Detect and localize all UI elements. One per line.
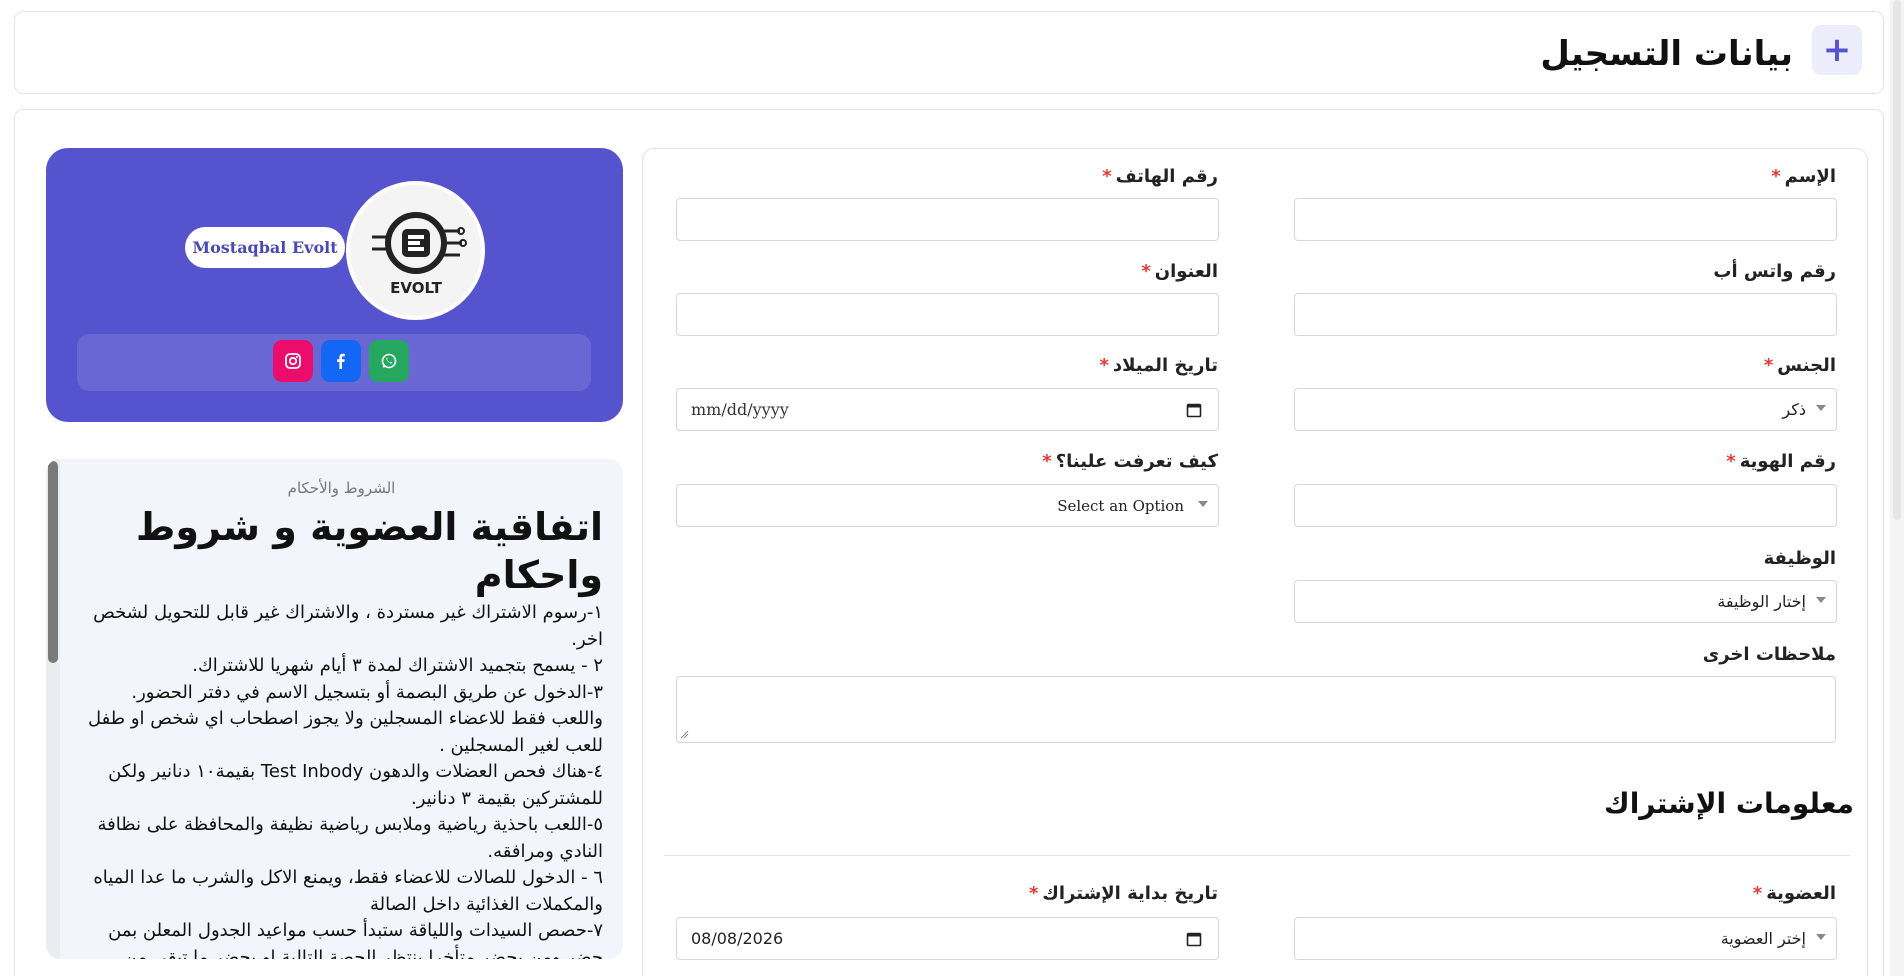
membership-value: إختر العضوية — [1720, 929, 1806, 948]
membership-label: العضوية* — [1752, 883, 1836, 904]
gender-label: الجنس* — [1763, 355, 1836, 376]
birthdate-input[interactable]: mm/dd/yyyy — [676, 388, 1219, 431]
birthdate-value: mm/dd/yyyy — [691, 400, 789, 419]
page-title: بيانات التسجيل — [1540, 34, 1793, 74]
svg-text:EVOLT: EVOLT — [390, 279, 442, 297]
start-date-label: تاريخ بداية الإشتراك* — [1028, 883, 1218, 904]
notes-textarea[interactable] — [676, 676, 1836, 743]
start-date-value: 08/08/2026 — [691, 929, 784, 948]
terms-item: ٤-هناك فحص العضلات والدهون Test Inbody ب… — [108, 761, 603, 809]
terms-item: ٢ - يسمح بتجميد الاشتراك لمدة ٣ أيام شهر… — [192, 655, 603, 676]
terms-body: ١-رسوم الاشتراك غير مستردة ، والاشتراك غ… — [83, 600, 603, 959]
terms-item: ٦ - الدخول للصالات للاعضاء فقط، ويمنع ال… — [93, 867, 603, 915]
name-input[interactable] — [1294, 198, 1837, 241]
job-select[interactable]: إختار الوظيفة — [1294, 580, 1837, 623]
instagram-icon[interactable] — [273, 340, 313, 382]
whatsapp-label: رقم واتس أب — [1713, 261, 1836, 282]
evolt-logo: EVOLT — [346, 181, 485, 320]
phone-input[interactable] — [676, 198, 1219, 241]
chevron-down-icon — [1816, 405, 1826, 411]
evolt-logo-icon: EVOLT — [371, 211, 467, 297]
terms-panel: الشروط والأحكام اتفاقية العضوية و شروط و… — [46, 459, 623, 959]
brand-name: Mostaqbal Evolt — [185, 227, 345, 268]
page-header: + بيانات التسجيل — [14, 11, 1884, 94]
facebook-icon[interactable] — [321, 340, 361, 382]
chevron-down-icon — [1198, 501, 1208, 507]
terms-scrollbar-thumb[interactable] — [48, 461, 58, 663]
terms-label: الشروط والأحكام — [287, 479, 396, 497]
address-input[interactable] — [676, 293, 1219, 336]
section-divider — [664, 855, 1850, 856]
job-value: إختار الوظيفة — [1717, 592, 1806, 611]
job-label: الوظيفة — [1763, 548, 1836, 569]
resize-handle-icon[interactable] — [680, 730, 689, 739]
start-date-input[interactable]: 08/08/2026 — [676, 917, 1219, 960]
subscription-section-title: معلومات الإشتراك — [1604, 787, 1854, 820]
address-label: العنوان* — [1141, 261, 1218, 282]
phone-label: رقم الهاتف* — [1102, 166, 1218, 187]
chevron-down-icon — [1816, 597, 1826, 603]
plus-icon[interactable]: + — [1812, 25, 1862, 75]
social-links-bar — [77, 334, 591, 391]
terms-scrollbar[interactable] — [46, 459, 60, 959]
terms-item: ٧-حصص السيدات واللياقة ستبدأ حسب مواعيد … — [108, 920, 603, 959]
whatsapp-icon[interactable] — [369, 340, 409, 382]
terms-item: ٥-اللعب باحذية رياضية وملابس رياضية نظيف… — [97, 814, 604, 862]
calendar-icon[interactable] — [1186, 402, 1202, 418]
referral-select[interactable]: Select an Option — [676, 484, 1219, 527]
referral-label: كيف تعرفت علينا؟* — [1042, 451, 1218, 472]
notes-label: ملاحظات اخرى — [1702, 644, 1836, 665]
calendar-icon[interactable] — [1186, 931, 1202, 947]
terms-item: ١-رسوم الاشتراك غير مستردة ، والاشتراك غ… — [93, 602, 603, 650]
chevron-down-icon — [1816, 934, 1826, 940]
page-scrollbar-thumb[interactable] — [1893, 0, 1901, 520]
gender-value: ذكر — [1782, 400, 1806, 419]
terms-item: ٣-الدخول عن طريق البصمة أو بتسجيل الاسم … — [88, 681, 603, 756]
membership-select[interactable]: إختر العضوية — [1294, 917, 1837, 960]
profile-card: EVOLT Mostaqbal Evolt — [46, 148, 623, 422]
national-id-label: رقم الهوية* — [1726, 451, 1836, 472]
gender-select[interactable]: ذكر — [1294, 388, 1837, 431]
page-scrollbar[interactable] — [1890, 0, 1904, 976]
whatsapp-input[interactable] — [1294, 293, 1837, 336]
registration-form — [642, 148, 1868, 976]
national-id-input[interactable] — [1294, 484, 1837, 527]
birthdate-label: تاريخ الميلاد* — [1099, 355, 1218, 376]
referral-value: Select an Option — [1057, 497, 1184, 515]
terms-title: اتفاقية العضوية و شروط واحكام — [135, 505, 603, 597]
name-label: الإسم* — [1771, 166, 1836, 187]
